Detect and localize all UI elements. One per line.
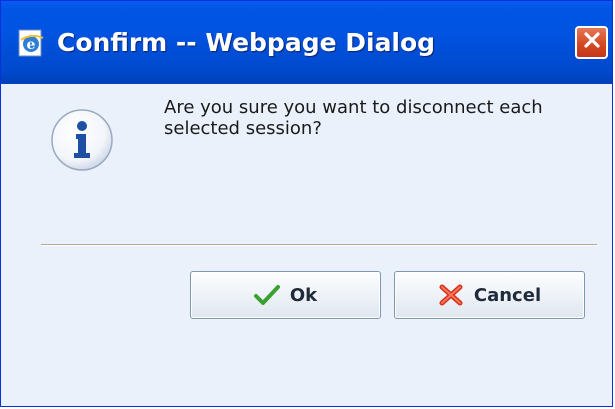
ie-page-icon: e xyxy=(15,27,47,59)
confirmation-message: Are you sure you want to disconnect each… xyxy=(164,97,543,140)
title-bar[interactable]: e Confirm -- Webpage Dialog xyxy=(1,1,612,84)
svg-text:e: e xyxy=(27,37,36,53)
cancel-button[interactable]: Cancel xyxy=(394,271,585,319)
cross-icon xyxy=(438,283,464,307)
ok-button-label: Ok xyxy=(289,284,318,306)
checkmark-icon xyxy=(253,284,280,306)
close-button[interactable] xyxy=(575,26,608,59)
confirm-dialog-window: e Confirm -- Webpage Dialog Are you sure… xyxy=(0,0,613,407)
dialog-title: Confirm -- Webpage Dialog xyxy=(57,28,436,57)
divider xyxy=(41,244,597,246)
close-icon xyxy=(582,30,602,55)
ok-button[interactable]: Ok xyxy=(190,271,381,319)
info-icon xyxy=(49,107,115,178)
cancel-button-label: Cancel xyxy=(473,284,542,306)
